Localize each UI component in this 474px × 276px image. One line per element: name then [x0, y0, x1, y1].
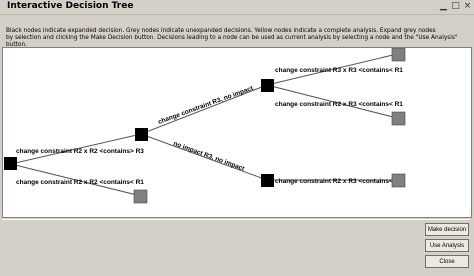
decision-tree-window: Interactive Decision Tree ▁ □ × Black no… [0, 0, 474, 276]
info-text: Black nodes indicate expanded decision. … [6, 28, 468, 49]
tree-graph: change constraint R2 x R2 <contains> R3 … [4, 48, 406, 204]
edge-label: change constraint R2 x R3 <contains< R1 [275, 178, 403, 185]
maximize-icon[interactable]: □ [451, 2, 460, 11]
button-panel [2, 219, 470, 275]
tree-node-unexpanded[interactable] [133, 189, 148, 204]
edge-label: no impact R3, no impact [172, 140, 246, 173]
window-title: Interactive Decision Tree [7, 1, 134, 11]
edge-label: change constraint R2 x R2 <contains< R1 [16, 179, 144, 186]
tree-node-unexpanded[interactable] [391, 173, 406, 188]
title-bar: Interactive Decision Tree ▁ □ × [0, 0, 474, 15]
edge-label: change constraint R3 x R3 <contains< R1 [275, 67, 403, 74]
close-icon[interactable]: × [463, 2, 472, 11]
info-line-1: Black nodes indicate expanded decision. … [6, 28, 436, 34]
edge-label: change constraint R2 x R3 <contains< R1 [275, 101, 403, 108]
tree-canvas[interactable]: change constraint R2 x R2 <contains> R3 … [2, 47, 472, 218]
edge-label: change constraint R2 x R2 <contains> R3 [16, 148, 144, 155]
close-button[interactable]: Close [425, 255, 469, 268]
tree-node-expanded[interactable] [135, 128, 148, 141]
tree-node-expanded[interactable] [4, 157, 17, 170]
tree-node-unexpanded[interactable] [391, 48, 406, 62]
tree-node-expanded[interactable] [261, 174, 274, 187]
make-decision-button[interactable]: Make decision [425, 223, 469, 236]
tree-node-expanded[interactable] [261, 79, 274, 92]
edge-label: change constraint R3, no impact [157, 85, 255, 126]
use-analysis-button[interactable]: Use Analysis [425, 239, 469, 252]
minimize-icon[interactable]: ▁ [439, 2, 448, 11]
tree-node-unexpanded[interactable] [391, 111, 406, 126]
